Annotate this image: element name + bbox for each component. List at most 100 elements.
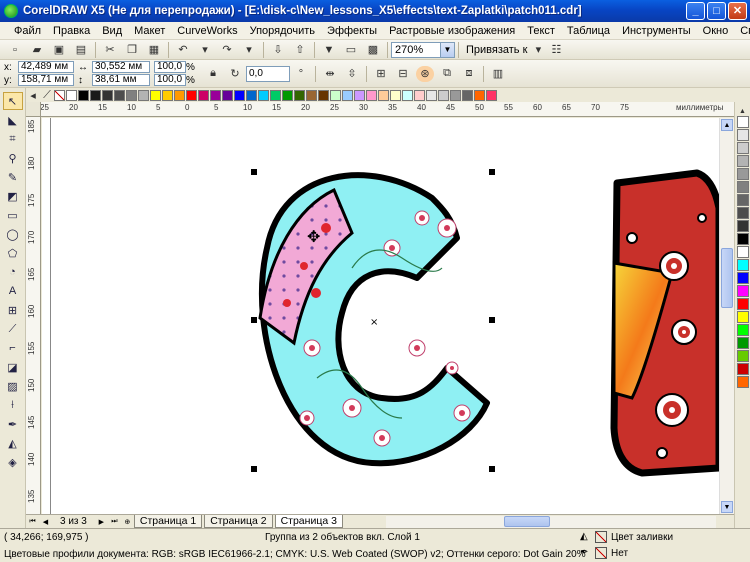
palette-swatch[interactable] [736,298,749,310]
palette-swatch[interactable] [294,89,305,101]
fill-tool-icon[interactable]: ◭ [3,434,23,452]
break-apart-icon[interactable]: ⧈ [460,66,478,82]
palette-swatch[interactable] [736,363,749,375]
palette-swatch[interactable] [736,116,749,128]
palette-swatch[interactable] [234,89,245,101]
menu-bitmaps[interactable]: Растровые изображения [383,22,521,40]
palette-swatch[interactable] [174,89,185,101]
export-icon[interactable]: ⇧ [291,42,309,58]
menu-edit[interactable]: Правка [47,22,96,40]
menu-table[interactable]: Таблица [561,22,616,40]
palette-swatch[interactable] [306,89,317,101]
lock-ratio-icon[interactable]: 🔒︎ [204,66,222,82]
table-tool-icon[interactable]: ⊞ [3,301,23,319]
palette-swatch[interactable] [474,89,485,101]
height-field[interactable]: 38,61 мм [92,74,150,86]
palette-swatch[interactable] [246,89,257,101]
blend-tool-icon[interactable]: ◪ [3,358,23,376]
last-page-icon[interactable]: ⏭ [109,516,120,527]
color-profiles[interactable]: Цветовые профили документа: RGB: sRGB IE… [4,549,586,560]
rotation-angle-field[interactable]: 0,0 [246,65,290,82]
prev-page-icon[interactable]: ◀ [40,516,51,527]
open-folder-icon[interactable]: ▰ [28,42,46,58]
palette-swatch[interactable] [198,89,209,101]
palette-swatch[interactable] [414,89,425,101]
palette-swatch[interactable] [736,337,749,349]
palette-swatch[interactable] [736,181,749,193]
outline-indicator[interactable]: ✒ Нет [580,547,628,559]
shape-tool-icon[interactable]: ◣ [3,111,23,129]
palette-swatch[interactable] [736,272,749,284]
ellipse-tool-icon[interactable]: ◯ [3,225,23,243]
eyedropper-tool-icon[interactable]: ⟊ [3,396,23,414]
add-page-icon[interactable]: ⊕ [122,516,133,527]
palette-swatch[interactable] [736,142,749,154]
cut-icon[interactable]: ✂ [101,42,119,58]
connector-tool-icon[interactable]: ⌐ [3,339,23,357]
ungroup-icon[interactable]: ⊟ [394,66,412,82]
dimension-tool-icon[interactable]: ⟋ [3,320,23,338]
palette-swatch[interactable] [270,89,281,101]
freehand-tool-icon[interactable]: ✎ [3,168,23,186]
eyedropper-icon[interactable]: ⟋ [42,87,52,103]
tab-page-3[interactable]: Страница 3 [274,515,343,528]
menu-effects[interactable]: Эффекты [321,22,383,40]
corel-connect-icon[interactable]: ▩ [364,42,382,58]
palette-swatch[interactable] [102,89,113,101]
palette-swatch[interactable] [438,89,449,101]
drawing-canvas[interactable]: × ✥ [42,118,719,514]
palette-swatch[interactable] [736,220,749,232]
outline-tool-icon[interactable]: ✒ [3,415,23,433]
palette-swatch[interactable] [736,311,749,323]
palette-swatch[interactable] [736,376,749,388]
rectangle-tool-icon[interactable]: ▭ [3,206,23,224]
print-icon[interactable]: ▤ [72,42,90,58]
menu-window[interactable]: Окно [697,22,735,40]
pick-tool-icon[interactable]: ↖ [2,92,23,110]
palette-swatch[interactable] [258,89,269,101]
mirror-vertical-icon[interactable]: ⇳ [343,66,361,82]
interactive-fill-icon[interactable]: ◈ [3,453,23,471]
vertical-ruler[interactable]: 185 180 175 170 165 160 155 150 145 140 135 [26,117,41,514]
text-tool-icon[interactable]: A [3,282,23,300]
import-icon[interactable]: ⇩ [269,42,287,58]
scale-x-field[interactable]: 100,0 [154,61,186,73]
undo-dropdown-icon[interactable]: ▾ [196,42,214,58]
palette-scroll-up-icon[interactable]: ▲ [737,106,749,116]
options-icon[interactable]: ☷ [547,42,565,58]
palette-swatch[interactable] [378,89,389,101]
palette-swatch[interactable] [736,259,749,271]
palette-swatch[interactable] [736,168,749,180]
palette-swatch[interactable] [736,129,749,141]
vertical-scroll-thumb[interactable] [721,248,733,308]
palette-swatch[interactable] [318,89,329,101]
palette-swatch[interactable] [462,89,473,101]
scale-y-field[interactable]: 100,0 [154,74,186,86]
palette-swatch[interactable] [736,285,749,297]
scroll-up-icon[interactable]: ▲ [721,119,733,131]
mirror-horizontal-icon[interactable]: ⇹ [321,66,339,82]
transparency-tool-icon[interactable]: ▨ [3,377,23,395]
width-field[interactable]: 30,552 мм [92,61,150,73]
palette-swatch[interactable] [366,89,377,101]
palette-swatch[interactable] [426,89,437,101]
crop-tool-icon[interactable]: ⌗ [3,130,23,148]
first-page-icon[interactable]: ⏮ [27,516,38,527]
ruler-origin-corner[interactable] [26,102,41,117]
close-button[interactable]: ✕ [728,2,747,20]
palette-swatch[interactable] [186,89,197,101]
palette-swatch[interactable] [450,89,461,101]
group-icon[interactable]: ⊞ [372,66,390,82]
letter-i-group[interactable] [610,169,719,477]
copy-icon[interactable]: ❐ [123,42,141,58]
horizontal-ruler[interactable]: миллиметры 25 20 15 10 5 0 5 10 15 20 25 30 35 40 45 50… [26,102,734,117]
zoom-tool-icon[interactable]: ⚲ [3,149,23,167]
horizontal-scroll-thumb[interactable] [504,516,550,527]
snap-to-label[interactable]: Привязать к [462,44,531,56]
palette-swatch[interactable] [342,89,353,101]
palette-swatch[interactable] [282,89,293,101]
palette-swatch[interactable] [330,89,341,101]
menu-text[interactable]: Текст [521,22,561,40]
menu-help[interactable]: Справка [734,22,750,40]
palette-swatch[interactable] [222,89,233,101]
